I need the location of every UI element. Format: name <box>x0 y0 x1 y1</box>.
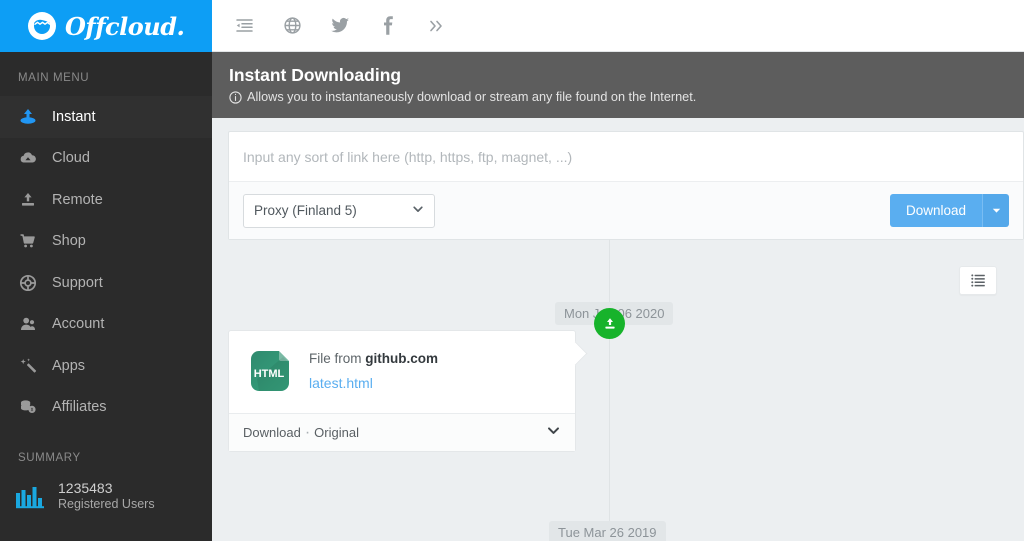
card-file-link[interactable]: latest.html <box>309 375 438 391</box>
download-tray-icon <box>594 308 625 339</box>
chevron-down-icon[interactable] <box>546 423 561 443</box>
card-action-label: Download <box>243 424 301 440</box>
info-circle-icon <box>229 90 242 104</box>
remote-upload-icon <box>18 190 38 210</box>
sidebar-item-label: Instant <box>52 108 96 125</box>
top-toolbar <box>212 0 1024 52</box>
form-controls-row: Proxy (Finland 5) Download <box>229 182 1023 239</box>
magic-wand-icon <box>18 356 38 376</box>
bar-chart-icon <box>14 483 46 509</box>
proxy-select[interactable]: Proxy (Finland 5) <box>243 193 435 228</box>
sidebar: Offcloud. MAIN MENU Instant Cloud Remote… <box>0 0 212 541</box>
cloud-download-icon <box>18 148 38 168</box>
card-separator: · <box>304 423 311 441</box>
sidebar-item-cloud[interactable]: Cloud <box>0 138 212 180</box>
source-prefix: File from <box>309 351 366 366</box>
page-subtitle-row: Allows you to instantaneously download o… <box>229 88 1024 106</box>
page-title: Instant Downloading <box>229 65 402 85</box>
card-source-line: File from github.com <box>309 351 438 366</box>
facebook-icon[interactable] <box>376 14 400 38</box>
timeline-axis <box>609 239 610 541</box>
summary-label: SUMMARY <box>18 452 81 464</box>
sidebar-item-account[interactable]: Account <box>0 304 212 346</box>
sidebar-collapse-icon[interactable] <box>232 14 256 38</box>
instant-download-icon <box>18 107 38 127</box>
sidebar-item-affiliates[interactable]: $ Affiliates <box>0 387 212 429</box>
card-footer[interactable]: Download · Original <box>229 413 575 451</box>
instant-download-form: Proxy (Finland 5) Download <box>228 131 1024 240</box>
svg-text:HTML: HTML <box>254 368 285 380</box>
offcloud-wave-icon <box>28 12 56 40</box>
summary-value: 1235483 <box>58 480 113 496</box>
card-variant-label: Original <box>314 424 359 440</box>
globe-icon[interactable] <box>280 14 304 38</box>
sidebar-item-label: Shop <box>52 233 86 250</box>
sidebar-item-label: Cloud <box>52 150 90 167</box>
download-options-button[interactable] <box>982 194 1009 227</box>
sidebar-item-remote[interactable]: Remote <box>0 179 212 221</box>
proxy-select-wrapper: Proxy (Finland 5) <box>243 193 435 228</box>
card-footer-labels: Download · Original <box>243 424 359 442</box>
page-header: Instant Downloading Allows you to instan… <box>212 52 1024 118</box>
download-button-group: Download <box>889 194 1009 227</box>
timeline-date-badge: Tue Mar 26 2019 <box>549 521 666 541</box>
sidebar-item-label: Remote <box>52 191 103 208</box>
chevron-double-right-icon[interactable] <box>424 14 448 38</box>
summary-caption: Registered Users <box>58 497 155 511</box>
app-root: Offcloud. MAIN MENU Instant Cloud Remote… <box>0 0 1024 541</box>
sidebar-item-label: Account <box>52 316 105 333</box>
sidebar-item-label: Support <box>52 274 103 291</box>
link-input[interactable] <box>229 132 1023 182</box>
sidebar-item-label: Apps <box>52 357 86 374</box>
download-button[interactable]: Download <box>889 194 982 227</box>
content-area: Proxy (Finland 5) Download <box>212 118 1024 541</box>
source-domain: github.com <box>365 351 439 366</box>
sidebar-item-label: Affiliates <box>52 399 107 416</box>
card-text-lines: File from github.com latest.html <box>309 351 438 391</box>
timeline-item-card: HTML File from github.com latest.html Do… <box>228 330 576 452</box>
lifebuoy-icon <box>18 273 38 293</box>
sidebar-item-instant[interactable]: Instant <box>0 96 212 138</box>
brand-logo[interactable]: Offcloud. <box>0 0 212 52</box>
user-account-icon <box>18 314 38 334</box>
sidebar-item-support[interactable]: Support <box>0 262 212 304</box>
shopping-cart-icon <box>18 231 38 251</box>
html-file-icon: HTML <box>243 345 295 397</box>
brand-name: Offcloud. <box>65 11 185 41</box>
sidebar-item-shop[interactable]: Shop <box>0 221 212 263</box>
list-view-icon[interactable] <box>959 266 997 295</box>
summary-registered-users: 1235483 Registered Users <box>0 480 212 512</box>
twitter-icon[interactable] <box>328 14 352 38</box>
coins-stack-icon: $ <box>18 397 38 417</box>
main-menu-label: MAIN MENU <box>18 72 90 84</box>
card-body: HTML File from github.com latest.html <box>229 331 575 413</box>
sidebar-item-apps[interactable]: Apps <box>0 345 212 387</box>
main-area: Instant Downloading Allows you to instan… <box>212 0 1024 541</box>
page-subtitle: Allows you to instantaneously download o… <box>247 90 697 104</box>
